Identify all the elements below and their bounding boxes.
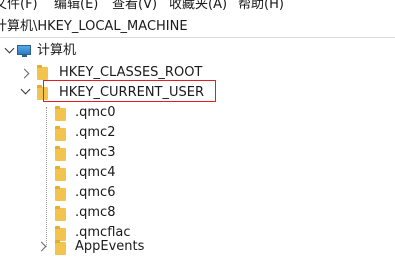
folder-icon — [55, 240, 66, 255]
tree-node-qmc8[interactable]: .qmc8 — [0, 203, 395, 225]
tree-node-qmc0[interactable]: .qmc0 — [0, 103, 395, 125]
menu-favorites[interactable]: 收藏夹(A) — [167, 0, 229, 14]
folder-icon — [37, 65, 48, 80]
menu-file[interactable]: 文件(F) — [0, 0, 40, 14]
tree-node-qmc2[interactable]: .qmc2 — [0, 123, 395, 145]
tree-label-computer: 计算机 — [37, 43, 77, 58]
tree-label: .qmc2 — [75, 125, 116, 140]
folder-icon — [55, 126, 66, 141]
tree-node-qmc4[interactable]: .qmc4 — [0, 163, 395, 185]
expand-down-icon[interactable] — [20, 84, 31, 95]
menu-view[interactable]: 查看(V) — [110, 0, 159, 14]
tree-node-qmc6[interactable]: .qmc6 — [0, 183, 395, 205]
computer-icon — [17, 45, 31, 57]
folder-icon — [55, 146, 66, 161]
expand-right-icon[interactable] — [19, 68, 30, 79]
tree-label: .qmc8 — [75, 205, 116, 220]
address-path[interactable]: 计算机\HKEY_LOCAL_MACHINE — [0, 19, 188, 35]
tree-node-qmc3[interactable]: .qmc3 — [0, 143, 395, 165]
tree-node-computer[interactable]: 计算机 — [0, 40, 395, 62]
tree-label: AppEvents — [75, 239, 145, 254]
tree-label: .qmc0 — [75, 105, 116, 120]
menu-help[interactable]: 帮助(H) — [236, 0, 286, 14]
tree-label: .qmc6 — [75, 185, 116, 200]
folder-icon — [55, 106, 66, 121]
tree-guide-line — [46, 107, 47, 247]
registry-tree: 计算机 HKEY_CLASSES_ROOT HKEY_CURRENT_USER … — [0, 38, 395, 255]
tree-label: .qmc4 — [75, 165, 116, 180]
highlight-box — [43, 80, 216, 102]
folder-icon — [55, 206, 66, 221]
tree-node-appevents[interactable]: AppEvents — [0, 237, 395, 259]
folder-icon — [55, 166, 66, 181]
tree-label-hkey-classes-root: HKEY_CLASSES_ROOT — [59, 65, 203, 80]
tree-label: .qmc3 — [75, 145, 116, 160]
address-bar[interactable]: 计算机\HKEY_LOCAL_MACHINE — [0, 16, 395, 38]
menu-edit[interactable]: 编辑(E) — [52, 0, 100, 14]
menu-bar: 文件(F) 编辑(E) 查看(V) 收藏夹(A) 帮助(H) — [0, 0, 395, 16]
expand-down-icon[interactable] — [4, 43, 15, 54]
folder-icon — [55, 186, 66, 201]
